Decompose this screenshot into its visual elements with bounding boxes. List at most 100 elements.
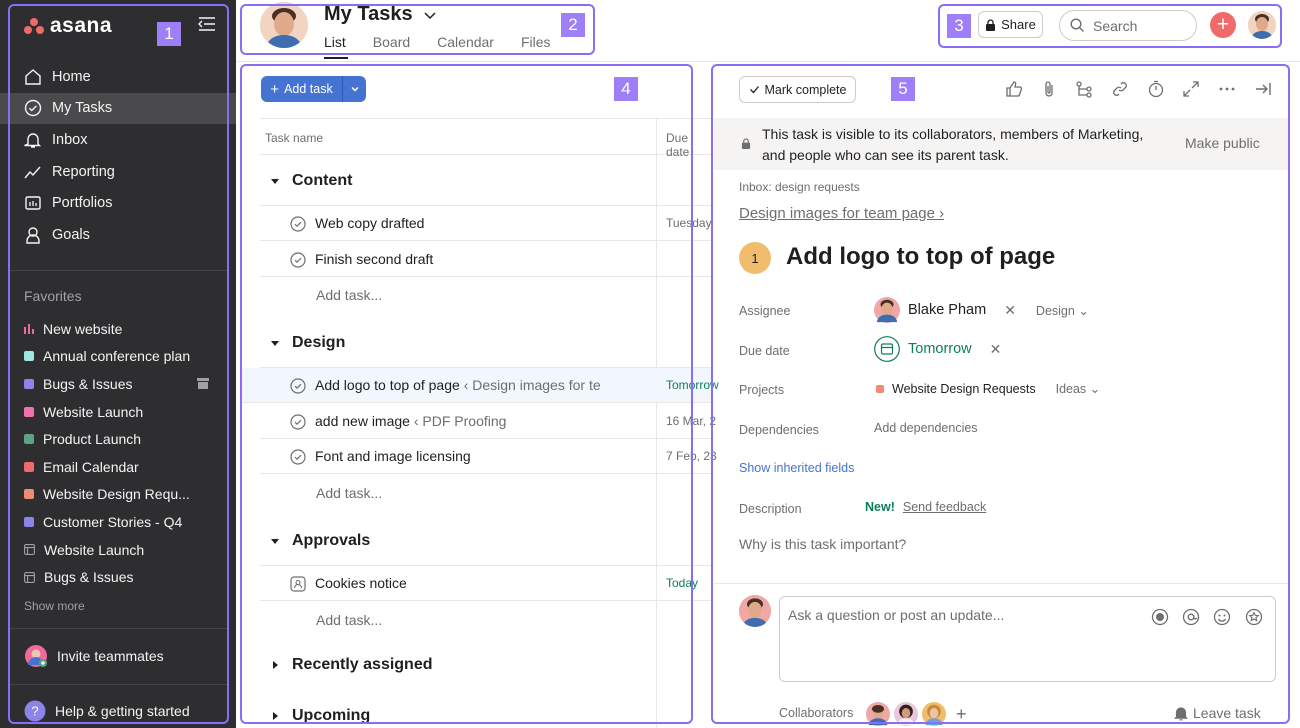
parent-task-link[interactable]: Design images for team page ›	[739, 205, 944, 222]
complete-checkbox-icon[interactable]	[290, 449, 306, 465]
due-date-field[interactable]: Tomorrow ✕	[874, 336, 1001, 362]
show-inherited-fields-link[interactable]: Show inherited fields	[739, 461, 854, 475]
sidebar-item-inbox[interactable]: Inbox	[0, 124, 236, 156]
description-field[interactable]: Why is this task important?	[739, 536, 906, 552]
caret-right-icon[interactable]	[270, 711, 280, 721]
task-row[interactable]: Add logo to top of page ‹ Design images …	[240, 368, 719, 403]
sidebar-item-portfolios[interactable]: Portfolios	[0, 187, 236, 219]
favorite-item[interactable]: Bugs & Issues	[0, 370, 236, 398]
column-task-name[interactable]: Task name	[265, 131, 323, 145]
favorite-item[interactable]: Website Launch	[0, 398, 236, 426]
remove-assignee-icon[interactable]: ✕	[1004, 302, 1016, 319]
collaborator-avatar[interactable]	[922, 702, 946, 726]
sidebar-item-reporting[interactable]: Reporting	[0, 156, 236, 188]
expand-icon[interactable]	[1182, 80, 1200, 98]
chevron-down-icon[interactable]	[423, 8, 437, 22]
more-icon[interactable]	[1218, 80, 1236, 98]
add-dependencies-button[interactable]: Add dependencies	[874, 421, 978, 435]
column-due-date[interactable]: Due date	[666, 131, 712, 159]
comment-input[interactable]: Ask a question or post an update...	[779, 596, 1276, 682]
assignee-section-select[interactable]: Design ⌄	[1036, 303, 1089, 318]
invite-teammates-button[interactable]: Invite teammates	[24, 644, 164, 668]
caret-right-icon[interactable]	[270, 660, 280, 670]
favorite-item[interactable]: Website Design Requ...	[0, 481, 236, 509]
page-title[interactable]: My Tasks	[324, 3, 437, 26]
task-row[interactable]: Finish second draft	[260, 242, 712, 277]
sidebar-item-goals[interactable]: Goals	[0, 219, 236, 251]
task-title[interactable]: Add logo to top of page	[786, 243, 1055, 271]
add-task-inline[interactable]: Add task...	[316, 612, 382, 628]
archive-icon[interactable]	[197, 378, 209, 390]
star-icon[interactable]	[1245, 608, 1263, 626]
timer-icon[interactable]	[1147, 80, 1165, 98]
project-field[interactable]: Website Design Requests Ideas ⌄	[876, 381, 1100, 396]
help-button[interactable]: ? Help & getting started	[24, 700, 190, 722]
favorite-item[interactable]: Customer Stories - Q4	[0, 508, 236, 536]
add-task-inline[interactable]: Add task...	[316, 485, 382, 501]
task-due-date[interactable]: Tomorrow	[666, 378, 719, 392]
clear-due-date-icon[interactable]: ✕	[990, 341, 1002, 358]
project-name[interactable]: Website Design Requests	[892, 382, 1036, 396]
add-task-inline[interactable]: Add task...	[316, 287, 382, 303]
tab-board[interactable]: Board	[373, 34, 410, 50]
task-row[interactable]: add new image ‹ PDF Proofing 16 Mar, 2	[260, 404, 716, 439]
task-due-date[interactable]: 16 Mar, 2	[666, 414, 716, 428]
add-task-main[interactable]: + Add task	[261, 76, 343, 102]
attachment-icon[interactable]	[1040, 80, 1058, 98]
complete-checkbox-icon[interactable]	[290, 413, 306, 430]
collapse-sidebar-icon[interactable]	[198, 17, 216, 31]
section-header[interactable]: Content	[270, 172, 352, 190]
task-parent-crumb[interactable]: ‹ Design images for te	[464, 377, 601, 393]
complete-checkbox-icon[interactable]	[290, 378, 306, 394]
mention-icon[interactable]	[1182, 608, 1200, 626]
section-header-collapsed[interactable]: Upcoming	[270, 707, 370, 725]
favorite-item[interactable]: Product Launch	[0, 425, 236, 453]
leave-task-button[interactable]: Leave task	[1174, 705, 1261, 721]
show-more-link[interactable]: Show more	[24, 599, 85, 613]
project-section-select[interactable]: Ideas ⌄	[1056, 381, 1101, 396]
assignee-field[interactable]: Blake Pham ✕ Design ⌄	[874, 297, 1089, 323]
add-task-button[interactable]: + Add task	[261, 76, 366, 102]
complete-checkbox-icon[interactable]	[290, 216, 306, 232]
task-due-date[interactable]: Tuesday	[666, 216, 712, 230]
subtasks-icon[interactable]	[1075, 80, 1093, 98]
caret-down-icon[interactable]	[270, 176, 280, 186]
section-header-collapsed[interactable]: Recently assigned	[270, 656, 433, 674]
caret-down-icon[interactable]	[270, 338, 280, 348]
record-icon[interactable]	[1151, 608, 1169, 626]
sidebar-item-my-tasks[interactable]: My Tasks	[0, 92, 236, 125]
favorite-item[interactable]: Website Launch	[0, 536, 236, 564]
section-header[interactable]: Design	[270, 334, 345, 352]
collaborator-avatar[interactable]	[894, 702, 918, 726]
collaborator-avatar[interactable]	[866, 702, 890, 726]
task-parent-crumb[interactable]: ‹ PDF Proofing	[414, 413, 507, 429]
asana-logo[interactable]: asana	[24, 14, 112, 38]
tab-list[interactable]: List	[324, 34, 346, 50]
tab-files[interactable]: Files	[521, 34, 551, 50]
task-row[interactable]: Cookies notice Today	[260, 566, 712, 601]
search-input[interactable]: Search	[1059, 10, 1197, 41]
emoji-icon[interactable]	[1213, 608, 1231, 626]
send-feedback-link[interactable]: Send feedback	[903, 500, 986, 514]
task-due-date[interactable]: Today	[666, 576, 698, 590]
approval-icon[interactable]	[290, 576, 306, 592]
task-row[interactable]: Font and image licensing 7 Feb, 23	[260, 439, 717, 474]
add-collaborator-icon[interactable]: +	[956, 704, 967, 725]
task-row[interactable]: Web copy drafted Tuesday	[260, 206, 712, 241]
account-avatar[interactable]	[1248, 11, 1276, 39]
add-task-dropdown[interactable]	[343, 84, 366, 94]
mark-complete-button[interactable]: Mark complete	[739, 76, 856, 103]
favorite-item[interactable]: Bugs & Issues	[0, 563, 236, 591]
sidebar-item-home[interactable]: Home	[0, 61, 236, 93]
link-icon[interactable]	[1111, 80, 1129, 98]
close-panel-icon[interactable]	[1254, 80, 1272, 98]
create-button[interactable]: +	[1210, 12, 1236, 38]
favorite-item[interactable]: New website	[0, 315, 236, 343]
thumbs-up-icon[interactable]	[1005, 80, 1023, 98]
task-due-date[interactable]: 7 Feb, 23	[666, 449, 717, 463]
favorite-item[interactable]: Email Calendar	[0, 453, 236, 481]
share-button[interactable]: Share	[978, 11, 1043, 38]
tab-calendar[interactable]: Calendar	[437, 34, 494, 50]
complete-checkbox-icon[interactable]	[290, 251, 306, 268]
make-public-button[interactable]: Make public	[1185, 135, 1260, 151]
